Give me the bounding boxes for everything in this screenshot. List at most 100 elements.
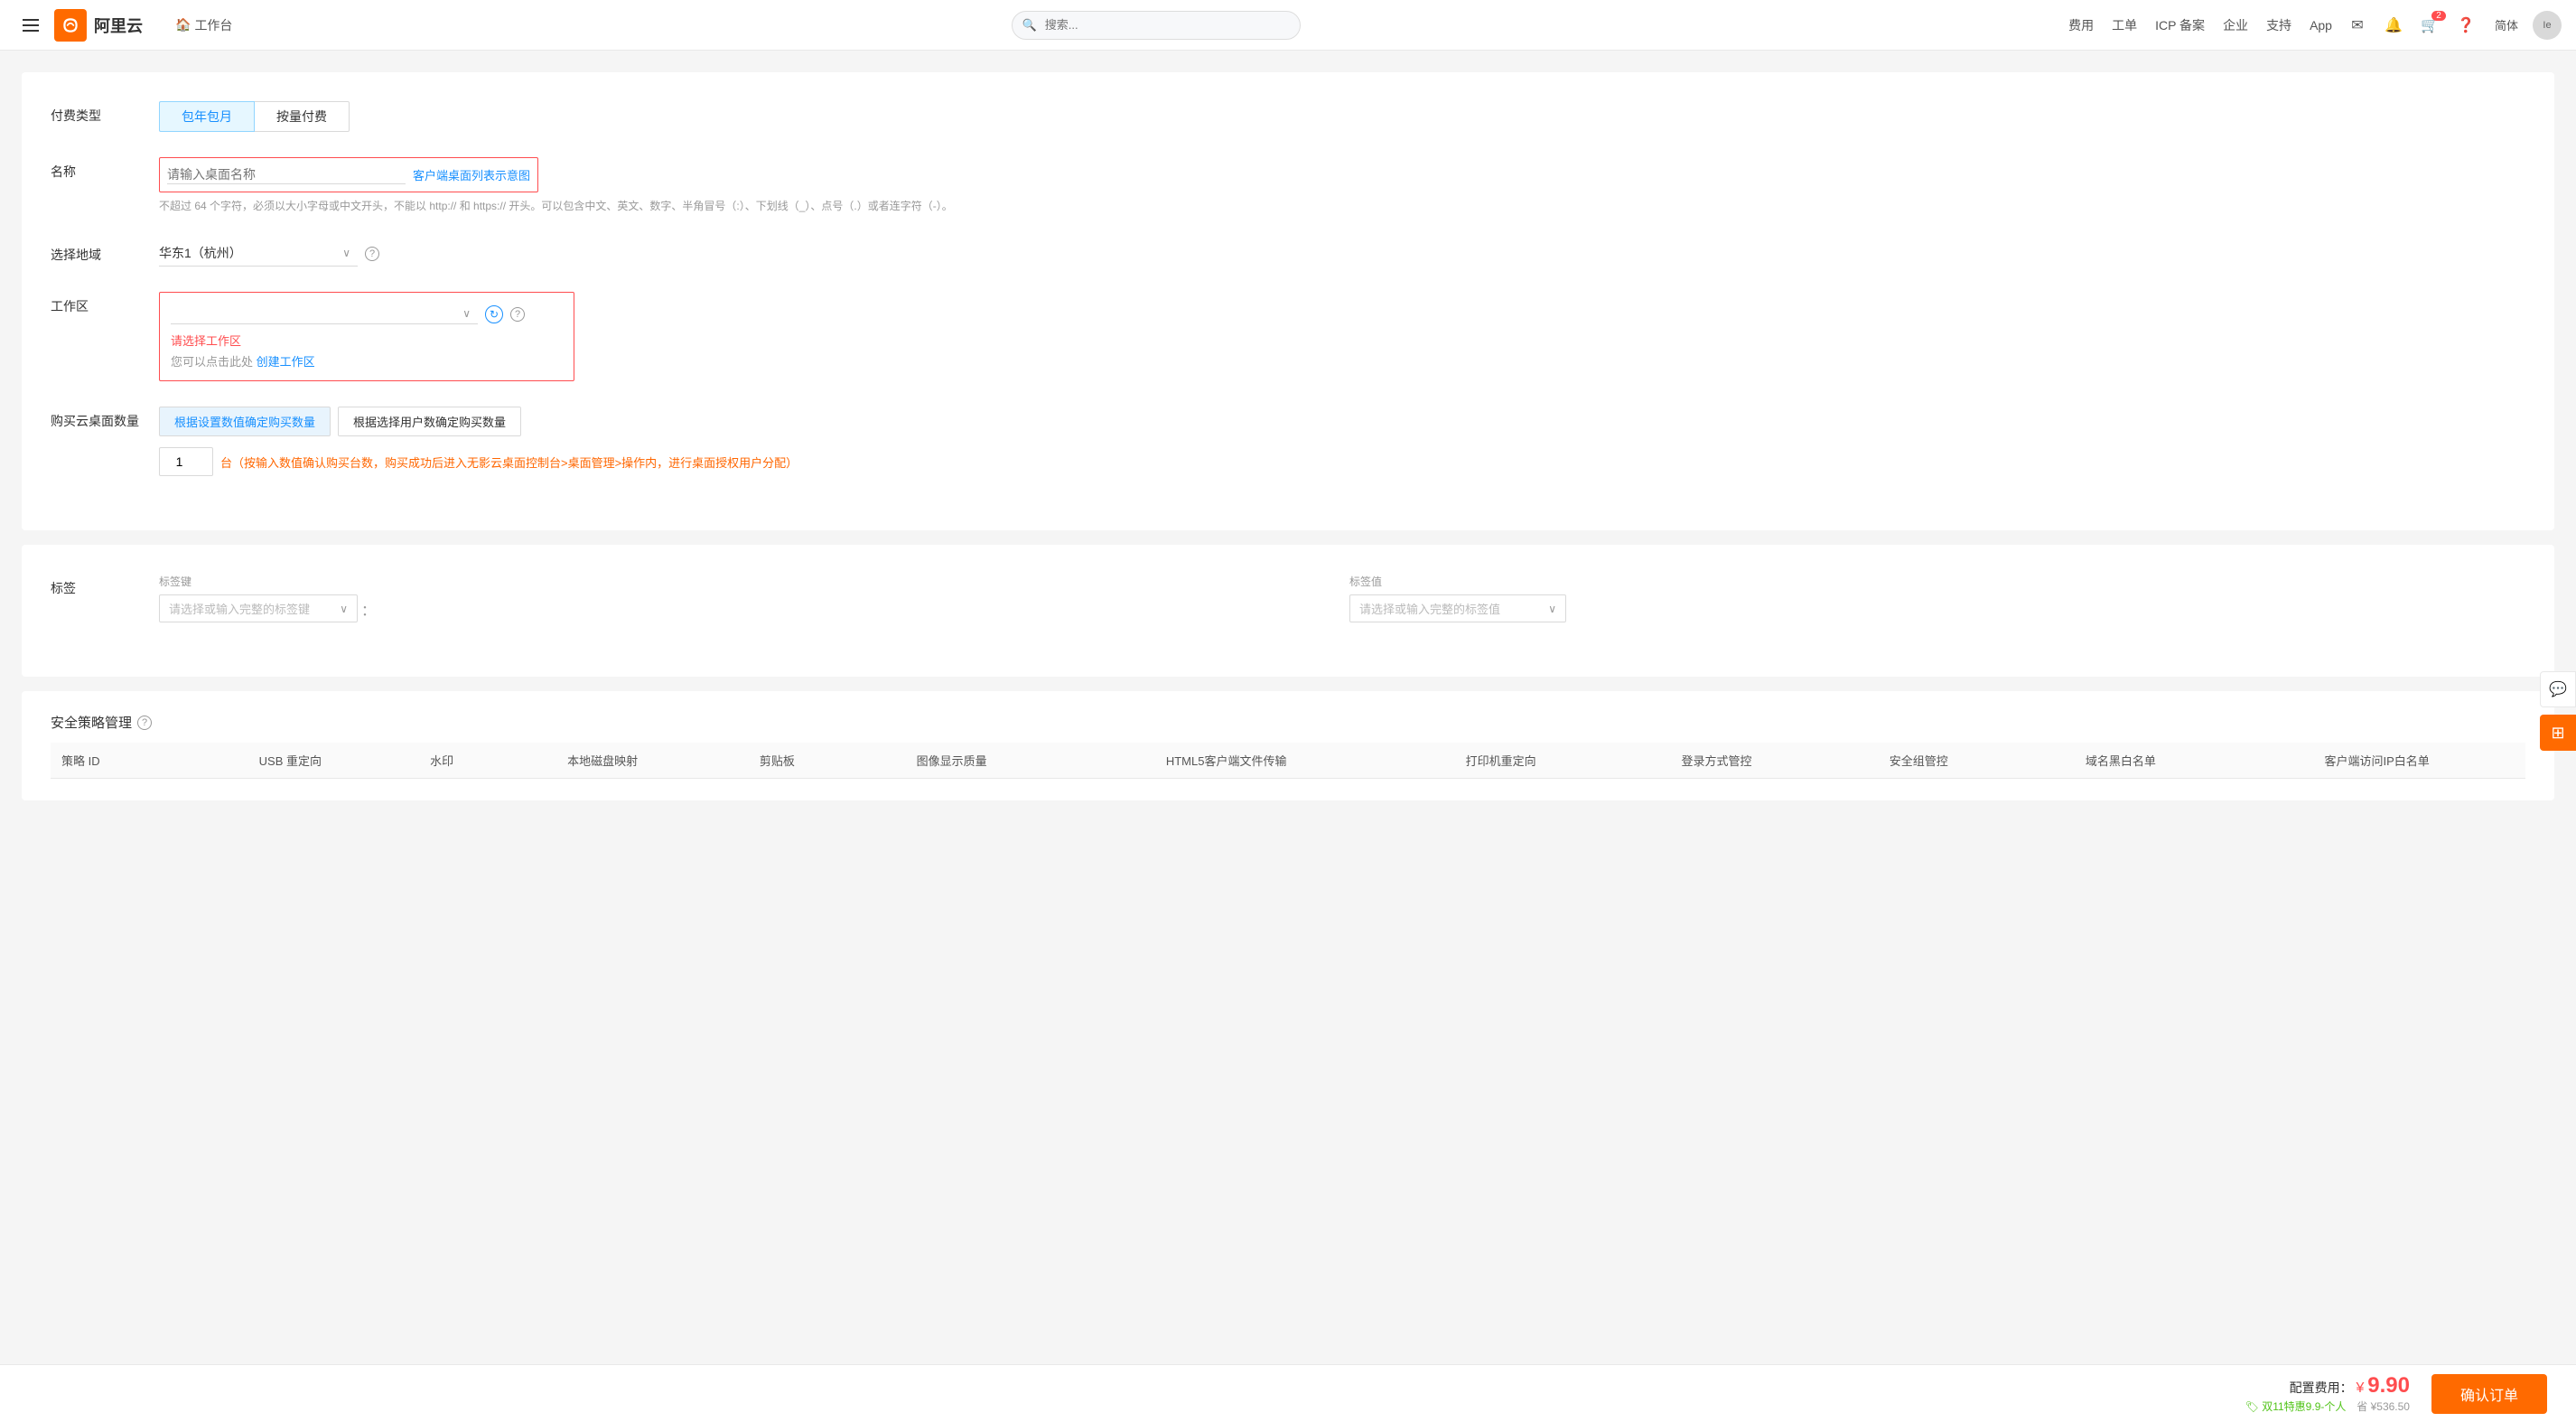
region-help-icon[interactable]: ? xyxy=(365,247,379,261)
main-content: 付费类型 包年包月 按量付费 名称 客户端桌面列表示意图 不超过 64 个字符，… xyxy=(0,51,2576,887)
th-usb: USB 重定向 xyxy=(191,743,389,779)
search-icon: 🔍 xyxy=(1022,18,1037,33)
name-row: 名称 客户端桌面列表示意图 不超过 64 个字符，必须以大小字母或中文开头，不能… xyxy=(51,157,2525,215)
workspace-content: ∨ ↻ ? 请选择工作区 您可以点击此处 创建工作区 xyxy=(159,292,2525,381)
bell-icon[interactable]: 🔔 xyxy=(2383,14,2404,36)
logo[interactable]: 阿里云 xyxy=(54,9,143,42)
pay-type-row: 付费类型 包年包月 按量付费 xyxy=(51,101,2525,132)
count-hint: 台（按输入数值确认购买台数，购买成功后进入无影云桌面控制台>桌面管理>操作内，进… xyxy=(220,454,798,471)
nav-item-fee[interactable]: 费用 xyxy=(2068,16,2094,34)
name-label: 名称 xyxy=(51,157,159,181)
float-buttons: 💬 ⊞ xyxy=(2540,671,2576,751)
main-nav: 费用 工单 ICP 备案 企业 支持 App xyxy=(2068,16,2332,34)
purchase-by-user-button[interactable]: 根据选择用户数确定购买数量 xyxy=(338,407,521,436)
security-table-header-row: 策略 ID USB 重定向 水印 本地磁盘映射 剪贴板 图像显示质量 HTML5… xyxy=(51,743,2525,779)
workspace-help-icon[interactable]: ? xyxy=(510,307,525,322)
tag-val-col: 标签值 请选择或输入完整的标签值 ∨ xyxy=(1349,574,2525,622)
workspace-refresh-icon[interactable]: ↻ xyxy=(485,305,503,323)
logo-icon xyxy=(54,9,87,42)
search-wrap: 🔍 xyxy=(1012,11,1301,40)
tag-key-select-row: 请选择或输入完整的标签键 ∨ ： xyxy=(159,594,1335,622)
name-box: 客户端桌面列表示意图 xyxy=(159,157,538,192)
qr-icon: ⊞ xyxy=(2551,724,2564,743)
workbench-nav[interactable]: 🏠 工作台 xyxy=(164,11,243,40)
footer-bar: 配置费用： ¥ 9.90 🏷 双11特惠9.9-个人 省 ¥536.50 确认订… xyxy=(0,1364,2576,1422)
purchase-content: 根据设置数值确定购买数量 根据选择用户数确定购买数量 台（按输入数值确认购买台数… xyxy=(159,407,2525,476)
tag-label: 标签 xyxy=(51,574,159,597)
tag-key-select[interactable]: 请选择或输入完整的标签键 ∨ xyxy=(159,594,358,622)
th-policy-id: 策略 ID xyxy=(51,743,191,779)
purchase-row: 购买云桌面数量 根据设置数值确定购买数量 根据选择用户数确定购买数量 台（按输入… xyxy=(51,407,2525,476)
security-help-icon[interactable]: ? xyxy=(137,716,152,730)
price-row: 配置费用： ¥ 9.90 xyxy=(2245,1373,2410,1399)
th-domain-list: 域名黑白名单 xyxy=(2012,743,2228,779)
saving-label: 省 ¥536.50 xyxy=(2357,1400,2410,1413)
tags-card: 标签 标签键 请选择或输入完整的标签键 ∨ ： 标 xyxy=(22,545,2554,677)
region-label: 选择地域 xyxy=(51,240,159,264)
pay-metered-button[interactable]: 按量付费 xyxy=(255,101,350,132)
workspace-create-link[interactable]: 创建工作区 xyxy=(257,355,315,369)
workspace-hint-prefix: 您可以点击此处 xyxy=(171,355,253,369)
th-login-control: 登录方式管控 xyxy=(1609,743,1825,779)
security-table: 策略 ID USB 重定向 水印 本地磁盘映射 剪贴板 图像显示质量 HTML5… xyxy=(51,743,2525,779)
cart-icon[interactable]: 🛒2 xyxy=(2419,14,2441,36)
name-input[interactable] xyxy=(167,165,406,184)
workspace-hint: 您可以点击此处 创建工作区 xyxy=(171,352,563,370)
pay-type-content: 包年包月 按量付费 xyxy=(159,101,2525,132)
tag-row: 标签 标签键 请选择或输入完整的标签键 ∨ ： 标 xyxy=(51,574,2525,622)
purchase-by-count-button[interactable]: 根据设置数值确定购买数量 xyxy=(159,407,331,436)
nav-item-icp[interactable]: ICP 备案 xyxy=(2155,16,2205,34)
workspace-chevron-icon: ∨ xyxy=(462,307,471,320)
security-table-head: 策略 ID USB 重定向 水印 本地磁盘映射 剪贴板 图像显示质量 HTML5… xyxy=(51,743,2525,779)
security-card: 安全策略管理 ? 策略 ID USB 重定向 水印 本地磁盘映射 剪贴板 图像显… xyxy=(22,691,2554,800)
purchase-mode-buttons: 根据设置数值确定购买数量 根据选择用户数确定购买数量 xyxy=(159,407,2525,436)
workspace-row: 工作区 ∨ ↻ ? 请选择工作区 您可以点击此处 创建工作区 xyxy=(51,292,2525,381)
th-image-quality: 图像显示质量 xyxy=(844,743,1059,779)
chat-float-button[interactable]: 💬 xyxy=(2540,671,2576,707)
logo-text: 阿里云 xyxy=(94,14,143,37)
tag-key-col: 标签键 请选择或输入完整的标签键 ∨ ： xyxy=(159,574,1335,622)
search-input[interactable] xyxy=(1012,11,1301,40)
region-select-box[interactable]: 华东1（杭州） ∨ xyxy=(159,240,358,267)
search-area: 🔍 xyxy=(243,11,2068,40)
pay-annual-button[interactable]: 包年包月 xyxy=(159,101,255,132)
help-icon[interactable]: ❓ xyxy=(2455,14,2477,36)
purchase-label: 购买云桌面数量 xyxy=(51,407,159,430)
menu-button[interactable] xyxy=(14,9,47,42)
region-select-row: 华东1（杭州） ∨ ? xyxy=(159,240,2525,267)
purchase-count-row: 台（按输入数值确认购买台数，购买成功后进入无影云桌面控制台>桌面管理>操作内，进… xyxy=(159,447,2525,476)
count-input[interactable] xyxy=(159,447,213,476)
workbench-label: 工作台 xyxy=(194,16,232,34)
discount-label: 🏷 双11特惠9.9-个人 xyxy=(2245,1400,2347,1413)
workspace-label: 工作区 xyxy=(51,292,159,315)
workspace-box: ∨ ↻ ? 请选择工作区 您可以点击此处 创建工作区 xyxy=(159,292,574,381)
user-avatar[interactable]: Ie xyxy=(2533,11,2562,40)
name-demo-link[interactable]: 客户端桌面列表示意图 xyxy=(413,166,530,183)
cart-badge: 2 xyxy=(2431,11,2446,21)
region-row: 选择地域 华东1（杭州） ∨ ? xyxy=(51,240,2525,267)
region-value: 华东1（杭州） xyxy=(159,244,342,262)
price-section: 配置费用： ¥ 9.90 🏷 双11特惠9.9-个人 省 ¥536.50 xyxy=(2245,1373,2410,1414)
price-label: 配置费用： xyxy=(2290,1380,2353,1395)
tag-val-select[interactable]: 请选择或输入完整的标签值 ∨ xyxy=(1349,594,1566,622)
header: 阿里云 🏠 工作台 🔍 费用 工单 ICP 备案 企业 支持 App ✉ 🔔 🛒… xyxy=(0,0,2576,51)
nav-item-ticket[interactable]: 工单 xyxy=(2112,16,2137,34)
name-hint: 不超过 64 个字符，必须以大小字母或中文开头，不能以 http:// 和 ht… xyxy=(159,198,2525,215)
security-title: 安全策略管理 xyxy=(51,713,132,732)
pay-type-label: 付费类型 xyxy=(51,101,159,125)
confirm-order-button[interactable]: 确认订单 xyxy=(2431,1374,2547,1414)
security-table-wrap: 策略 ID USB 重定向 水印 本地磁盘映射 剪贴板 图像显示质量 HTML5… xyxy=(51,743,2525,779)
tag-key-chevron-icon: ∨ xyxy=(340,603,348,615)
qr-float-button[interactable]: ⊞ xyxy=(2540,715,2576,751)
th-html5-transfer: HTML5客户端文件传输 xyxy=(1059,743,1393,779)
workspace-select-box[interactable]: ∨ xyxy=(171,304,478,324)
tag-inputs-row: 标签键 请选择或输入完整的标签键 ∨ ： 标签值 请选择或输入完整的标签值 xyxy=(159,574,2525,622)
tag-val-placeholder: 请选择或输入完整的标签值 xyxy=(1359,600,1500,617)
nav-item-enterprise[interactable]: 企业 xyxy=(2223,16,2248,34)
nav-item-app[interactable]: App xyxy=(2310,18,2332,33)
lang-button[interactable]: 简体 xyxy=(2495,16,2518,33)
mail-icon[interactable]: ✉ xyxy=(2347,14,2368,36)
th-watermark: 水印 xyxy=(389,743,495,779)
tag-val-subtitle: 标签值 xyxy=(1349,574,2525,589)
nav-item-support[interactable]: 支持 xyxy=(2266,16,2291,34)
